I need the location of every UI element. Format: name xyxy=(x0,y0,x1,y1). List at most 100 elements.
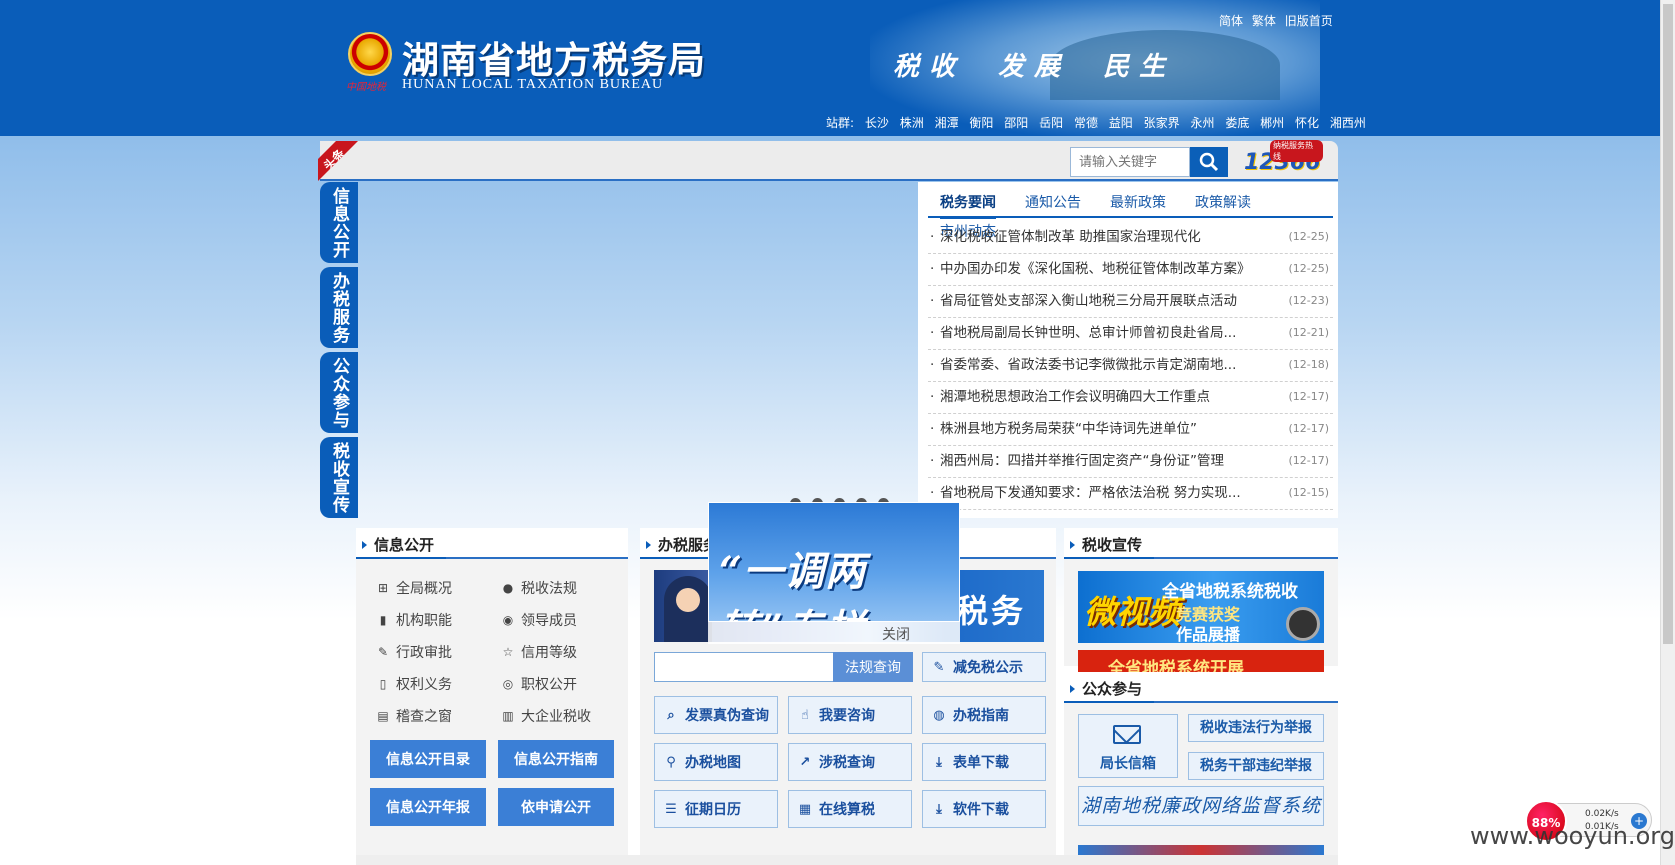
station-link[interactable]: 衡阳 xyxy=(969,116,993,130)
news-date: (12-25) xyxy=(1288,262,1329,275)
promo-banner-2[interactable]: 全省地税系统开展 xyxy=(1078,650,1324,674)
left-nav-service[interactable]: 办税服务 xyxy=(320,267,358,348)
micro-video-banner[interactable]: 微视频 全省地税系统税收 竞赛获奖 作品展播 xyxy=(1078,571,1324,643)
left-nav-public[interactable]: 公众参与 xyxy=(320,352,358,433)
news-item[interactable]: 株洲县地方税务局荣获“中华诗词先进单位” (12-17) xyxy=(928,414,1333,446)
info-regulations-link[interactable]: ● 税收法规 xyxy=(501,572,626,604)
law-search-button[interactable]: 法规查询 xyxy=(833,652,913,682)
tab-latest-policy[interactable]: 最新政策 xyxy=(1110,190,1166,216)
consult-button[interactable]: ☝ 我要咨询 xyxy=(788,696,912,734)
national-emblem-icon xyxy=(348,32,392,76)
info-inspection-link[interactable]: ▤ 稽查之窗 xyxy=(376,700,501,732)
popup-close-button[interactable]: 关闭 xyxy=(882,624,910,644)
news-item[interactable]: 深化税收征管体制改革 助推国家治理现代化 (12-25) xyxy=(928,222,1333,254)
law-search-input[interactable] xyxy=(654,652,834,682)
news-item[interactable]: 省局征管处支部深入衡山地税三分局开展联点活动 (12-23) xyxy=(928,286,1333,318)
footer-edge xyxy=(356,855,1338,865)
news-item[interactable]: 湘西州局：四措并举推行固定资产“身份证”管理 (12-17) xyxy=(928,446,1333,478)
station-link[interactable]: 娄底 xyxy=(1225,116,1249,130)
left-nav-info[interactable]: 信息公开 xyxy=(320,182,358,263)
tax-guide-button[interactable]: ◍ 办税指南 xyxy=(922,696,1046,734)
site-title[interactable]: 湖南省地方税务局 xyxy=(402,30,706,84)
page-scrollbar[interactable] xyxy=(1660,0,1675,865)
station-link[interactable]: 益阳 xyxy=(1109,116,1133,130)
info-catalog-button[interactable]: 信息公开目录 xyxy=(370,740,486,778)
news-title: 省地税局副局长钟世明、总审计师曾初良赴省局... xyxy=(940,325,1237,341)
news-item[interactable]: 省地税局下发通知要求：严格依法治税 努力实现... (12-15) xyxy=(928,478,1333,510)
station-link[interactable]: 常德 xyxy=(1074,116,1098,130)
service-label: 发票真伪查询 xyxy=(685,708,769,724)
tax-relief-button[interactable]: ✎ 减免税公示 xyxy=(922,652,1046,682)
stations-label: 站群: xyxy=(826,116,855,130)
info-enterprise-link[interactable]: ▥ 大企业税收 xyxy=(501,700,626,732)
station-link[interactable]: 邵阳 xyxy=(1004,116,1028,130)
station-link[interactable]: 长沙 xyxy=(865,116,889,130)
link-traditional[interactable]: 繁体 xyxy=(1252,14,1276,28)
search-input[interactable] xyxy=(1070,147,1190,177)
service-label: 在线算税 xyxy=(819,802,875,818)
station-link[interactable]: 岳阳 xyxy=(1039,116,1063,130)
promo-panel-title: 税收宣传 xyxy=(1082,536,1143,554)
info-panel-title: 信息公开 xyxy=(374,536,435,554)
public-panel-title: 公众参与 xyxy=(1082,680,1143,698)
info-rights-link[interactable]: ▯ 权利义务 xyxy=(376,668,501,700)
news-item[interactable]: 省委常委、省政法委书记李微微批示肯定湖南地... (12-18) xyxy=(928,350,1333,382)
station-link[interactable]: 湘西州 xyxy=(1330,116,1366,130)
station-link[interactable]: 株洲 xyxy=(900,116,924,130)
tab-notices[interactable]: 通知公告 xyxy=(1025,190,1081,216)
search-icon xyxy=(1199,152,1219,172)
info-overview-link[interactable]: ⊞ 全局概况 xyxy=(376,572,501,604)
report-discipline-button[interactable]: 税务干部违纪举报 xyxy=(1188,752,1324,780)
hotline-logo[interactable]: 12366 纳税服务热线 xyxy=(1238,140,1323,182)
station-link[interactable]: 永州 xyxy=(1190,116,1214,130)
station-link[interactable]: 怀化 xyxy=(1295,116,1319,130)
tax-query-button[interactable]: ↗ 涉税查询 xyxy=(788,743,912,781)
tab-policy-reading[interactable]: 政策解读 xyxy=(1195,190,1251,216)
news-date: (12-17) xyxy=(1288,454,1329,467)
info-link-label: 权利义务 xyxy=(396,677,452,693)
info-guide-button[interactable]: 信息公开指南 xyxy=(498,740,614,778)
invoice-check-button[interactable]: ⌕ 发票真伪查询 xyxy=(654,696,778,734)
service-label: 办税地图 xyxy=(685,755,741,771)
info-link-label: 税收法规 xyxy=(521,581,577,597)
micro-video-line3: 作品展播 xyxy=(1176,625,1241,643)
news-item[interactable]: 省地税局副局长钟世明、总审计师曾初良赴省局... (12-21) xyxy=(928,318,1333,350)
left-nav: 信息公开 办税服务 公众参与 税收宣传 xyxy=(320,182,358,522)
online-calc-button[interactable]: ▦ 在线算税 xyxy=(788,790,912,828)
form-download-button[interactable]: ⤓ 表单下载 xyxy=(922,743,1046,781)
report-violation-button[interactable]: 税收违法行为举报 xyxy=(1188,714,1324,742)
eye-icon: ◎ xyxy=(502,677,514,691)
link-simplified[interactable]: 简体 xyxy=(1219,14,1243,28)
special-column-popup[interactable]: “一调两转”专栏 xyxy=(708,502,960,622)
info-powers-link[interactable]: ◎ 职权公开 xyxy=(501,668,626,700)
integrity-supervision-link[interactable]: 湖南地税廉政网络监督系统 xyxy=(1078,786,1324,826)
scrollbar-thumb[interactable] xyxy=(1663,4,1673,644)
tax-calendar-button[interactable]: ☰ 征期日历 xyxy=(654,790,778,828)
station-link[interactable]: 张家界 xyxy=(1144,116,1180,130)
station-links: 站群: 长沙 株洲 湘潭 衡阳 邵阳 岳阳 常德 益阳 张家界 永州 娄底 郴州… xyxy=(826,114,1366,131)
station-link[interactable]: 郴州 xyxy=(1260,116,1284,130)
news-item[interactable]: 中办国办印发《深化国税、地税征管体制改革方案》 (12-25) xyxy=(928,254,1333,286)
service-label: 表单下载 xyxy=(953,755,1009,771)
left-nav-promo[interactable]: 税收宣传 xyxy=(320,437,358,518)
search-icon: ⌕ xyxy=(667,707,675,723)
edit-icon: ✎ xyxy=(933,659,945,675)
info-credit-link[interactable]: ☆ 信用等级 xyxy=(501,636,626,668)
tab-tax-news[interactable]: 税务要闻 xyxy=(940,190,996,219)
info-approval-link[interactable]: ✎ 行政审批 xyxy=(376,636,501,668)
info-functions-link[interactable]: ▮ 机构职能 xyxy=(376,604,501,636)
search-button[interactable] xyxy=(1190,147,1228,177)
slogan: 税收 发展 民生 xyxy=(893,52,1176,82)
info-leaders-link[interactable]: ◉ 领导成员 xyxy=(501,604,626,636)
director-mailbox-button[interactable]: 局长信箱 xyxy=(1078,714,1178,778)
public-panel: 公众参与 局长信箱 税收违法行为举报 税务干部违纪举报 湖南地税廉政网络监督系统 xyxy=(1064,672,1338,855)
news-title: 湘西州局：四措并举推行固定资产“身份证”管理 xyxy=(940,453,1224,469)
info-request-button[interactable]: 依申请公开 xyxy=(498,788,614,826)
tax-map-button[interactable]: ⚲ 办税地图 xyxy=(654,743,778,781)
headline-slideshow[interactable] xyxy=(358,182,918,518)
info-annual-report-button[interactable]: 信息公开年报 xyxy=(370,788,486,826)
station-link[interactable]: 湘潭 xyxy=(935,116,959,130)
link-old-home[interactable]: 旧版首页 xyxy=(1285,14,1333,28)
software-download-button[interactable]: ⤓ 软件下载 xyxy=(922,790,1046,828)
news-item[interactable]: 湘潭地税思想政治工作会议明确四大工作重点 (12-17) xyxy=(928,382,1333,414)
